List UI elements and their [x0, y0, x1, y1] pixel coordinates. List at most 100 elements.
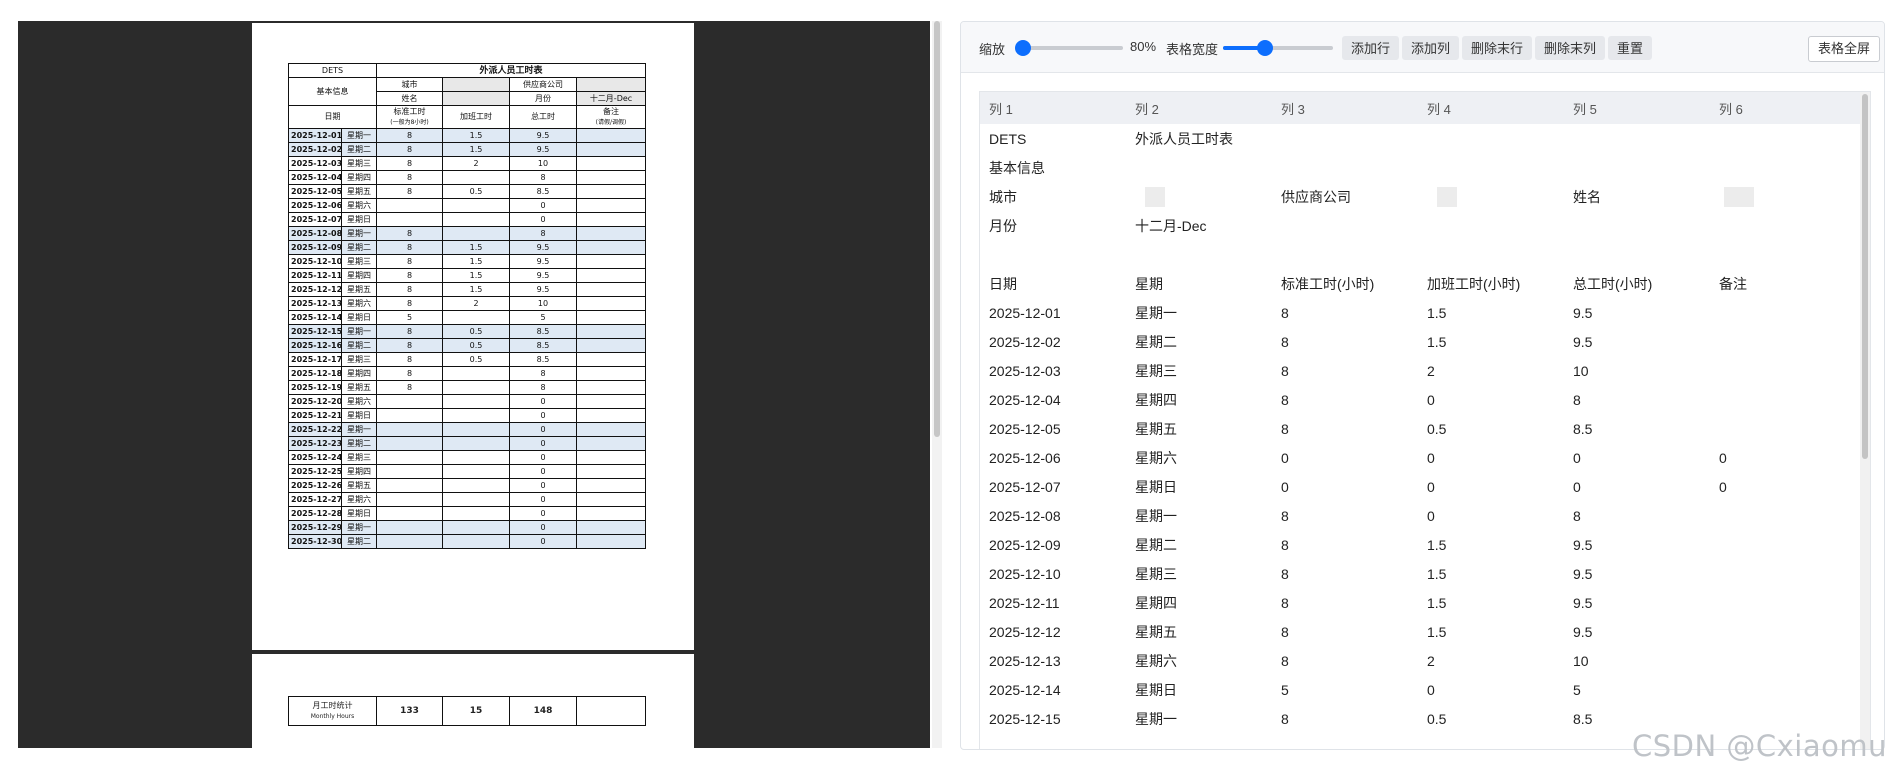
grid-cell[interactable]: 5 [1564, 675, 1710, 704]
grid-cell[interactable] [1710, 240, 1860, 269]
grid-cell[interactable]: 月份 [980, 211, 1126, 240]
grid-cell[interactable]: 9.5 [1564, 559, 1710, 588]
grid-cell[interactable]: 2 [1418, 646, 1564, 675]
grid-cell[interactable]: 2025-12-08 [980, 501, 1126, 530]
grid-cell[interactable] [1564, 153, 1710, 182]
grid-cell[interactable] [1126, 240, 1272, 269]
grid-cell[interactable]: 星期三 [1126, 356, 1272, 385]
grid-cell[interactable]: 8 [1272, 414, 1418, 443]
grid-cell[interactable]: 0.5 [1418, 414, 1564, 443]
grid-cell[interactable] [1418, 211, 1564, 240]
grid-cell[interactable]: 9.5 [1564, 617, 1710, 646]
grid-cell[interactable]: 0 [1564, 472, 1710, 501]
preview-scrollbar[interactable] [932, 21, 942, 748]
grid-cell[interactable]: 8 [1272, 646, 1418, 675]
grid-cell[interactable] [1710, 559, 1860, 588]
grid-cell[interactable]: 2025-12-07 [980, 472, 1126, 501]
grid-cell[interactable]: 0 [1272, 443, 1418, 472]
grid-cell[interactable] [1710, 530, 1860, 559]
grid-cell[interactable] [1564, 211, 1710, 240]
grid-cell[interactable]: 星期六 [1126, 646, 1272, 675]
grid-cell[interactable]: 星期一 [1126, 501, 1272, 530]
grid-cell[interactable]: 10 [1564, 646, 1710, 675]
grid-cell[interactable]: 2 [1418, 356, 1564, 385]
grid-cell[interactable]: 星期一 [1126, 704, 1272, 733]
grid-cell[interactable]: 星期四 [1126, 588, 1272, 617]
grid-cell[interactable]: 0.5 [1418, 704, 1564, 733]
grid-cell[interactable]: 8 [1272, 704, 1418, 733]
grid-cell[interactable]: 星期五 [1126, 617, 1272, 646]
grid-column-header[interactable]: 列 3 [1272, 92, 1418, 124]
grid-cell[interactable] [1710, 617, 1860, 646]
grid-cell[interactable] [1710, 153, 1860, 182]
grid-cell[interactable]: 十二月-Dec [1126, 211, 1272, 240]
grid-cell[interactable] [1126, 153, 1272, 182]
grid-cell[interactable] [1418, 124, 1564, 153]
grid-cell[interactable] [1710, 646, 1860, 675]
grid-cell[interactable]: 日期 [980, 269, 1126, 298]
grid-cell[interactable]: 8 [1272, 327, 1418, 356]
grid-cell[interactable] [1710, 298, 1860, 327]
grid-cell[interactable]: 总工时(小时) [1564, 269, 1710, 298]
grid-cell[interactable]: 8 [1272, 617, 1418, 646]
grid-cell[interactable]: 0 [1418, 385, 1564, 414]
grid-cell[interactable]: 星期 [1126, 269, 1272, 298]
grid-cell[interactable]: 供应商公司 [1272, 182, 1418, 211]
zoom-slider[interactable] [1015, 40, 1123, 56]
grid-cell[interactable]: 1.5 [1418, 617, 1564, 646]
grid-cell[interactable] [1564, 124, 1710, 153]
grid-cell[interactable] [1272, 211, 1418, 240]
grid-cell[interactable]: 基本信息 [980, 153, 1126, 182]
grid-cell[interactable]: 2025-12-06 [980, 443, 1126, 472]
grid-cell[interactable]: 9.5 [1564, 298, 1710, 327]
grid-cell[interactable]: 0 [1418, 443, 1564, 472]
grid-cell[interactable]: 8 [1272, 559, 1418, 588]
grid-cell[interactable]: 8 [1272, 588, 1418, 617]
grid-cell[interactable]: 0 [1418, 472, 1564, 501]
grid-cell[interactable] [1710, 385, 1860, 414]
grid-cell[interactable]: 1.5 [1418, 559, 1564, 588]
table-width-slider-knob[interactable] [1256, 40, 1273, 56]
add-row-button[interactable]: 添加行 [1342, 36, 1400, 60]
grid-cell[interactable]: 星期四 [1126, 385, 1272, 414]
grid-cell[interactable]: 8 [1272, 356, 1418, 385]
grid-cell[interactable] [1710, 501, 1860, 530]
grid-cell[interactable]: 10 [1564, 356, 1710, 385]
grid-cell[interactable] [1272, 153, 1418, 182]
grid-cell[interactable] [1710, 182, 1860, 211]
delete-last-row-button[interactable]: 删除末行 [1462, 36, 1533, 60]
grid-cell[interactable] [1710, 588, 1860, 617]
grid-cell[interactable]: DETS [980, 124, 1126, 153]
grid-scrollbar[interactable] [1860, 92, 1870, 749]
table-width-slider[interactable] [1223, 40, 1333, 56]
reset-button[interactable]: 重置 [1608, 36, 1653, 60]
grid-cell[interactable]: 2025-12-04 [980, 385, 1126, 414]
grid-column-header[interactable]: 列 5 [1564, 92, 1710, 124]
table-fullscreen-button[interactable]: 表格全屏 [1808, 36, 1881, 62]
grid-cell[interactable]: 2025-12-12 [980, 617, 1126, 646]
grid-cell[interactable]: 2025-12-05 [980, 414, 1126, 443]
grid-cell[interactable]: 8 [1272, 530, 1418, 559]
grid-cell[interactable]: 8 [1564, 501, 1710, 530]
grid-cell[interactable] [1710, 124, 1860, 153]
grid-cell[interactable]: 0 [1710, 443, 1860, 472]
delete-last-column-button[interactable]: 删除末列 [1535, 36, 1606, 60]
grid-cell[interactable]: 星期六 [1126, 443, 1272, 472]
grid-cell[interactable]: 0 [1418, 675, 1564, 704]
grid-cell[interactable] [1564, 240, 1710, 269]
grid-cell[interactable]: 0 [1710, 472, 1860, 501]
grid-cell[interactable]: 0 [1564, 443, 1710, 472]
grid-cell[interactable] [1418, 153, 1564, 182]
grid-cell[interactable] [980, 240, 1126, 269]
grid-cell[interactable]: 星期三 [1126, 559, 1272, 588]
grid-cell[interactable]: 2025-12-09 [980, 530, 1126, 559]
grid-cell[interactable] [1710, 327, 1860, 356]
grid-cell[interactable]: 星期二 [1126, 530, 1272, 559]
grid-cell[interactable]: 标准工时(小时) [1272, 269, 1418, 298]
grid-cell[interactable]: 备注 [1710, 269, 1860, 298]
grid-cell[interactable] [1418, 182, 1564, 211]
grid-cell[interactable]: 0 [1272, 472, 1418, 501]
grid-cell[interactable]: 9.5 [1564, 530, 1710, 559]
grid-cell[interactable] [1272, 124, 1418, 153]
grid-cell[interactable]: 8 [1272, 501, 1418, 530]
